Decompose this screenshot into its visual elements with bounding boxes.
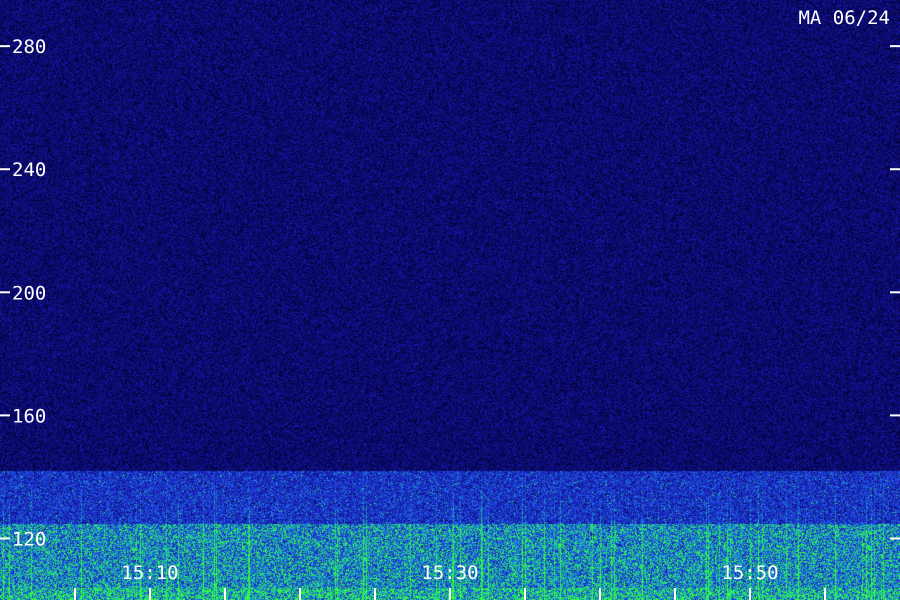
- x-tick-label: 15:50: [721, 562, 778, 584]
- y-tick-label: 240: [12, 159, 46, 181]
- y-axis: 120 160 200 240 280: [0, 36, 900, 550]
- chart-title: MA 06/24: [798, 7, 890, 29]
- y-tick-label: 200: [12, 282, 46, 304]
- y-tick-label: 160: [12, 405, 46, 427]
- spectrogram-chart: MA 06/24 120 160 200 240 280 15:10 15:30 15:50: [0, 0, 900, 600]
- x-axis: 15:10 15:30 15:50: [74, 562, 826, 600]
- y-tick-label: 120: [12, 528, 46, 550]
- y-tick-label: 280: [12, 36, 46, 58]
- x-tick-label: 15:10: [121, 562, 178, 584]
- x-tick-label: 15:30: [421, 562, 478, 584]
- chart-axes: MA 06/24 120 160 200 240 280 15:10 15:30 15:50: [0, 7, 900, 600]
